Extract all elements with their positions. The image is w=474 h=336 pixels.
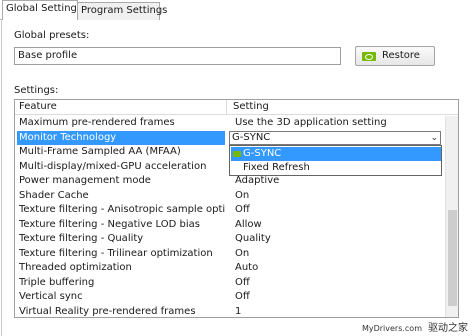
feature-cell: Texture filtering - Negative LOD bias: [19, 218, 200, 230]
setting-cell: Adaptive: [235, 175, 280, 186]
tab-program-settings[interactable]: Program Settings: [77, 2, 167, 20]
table-row[interactable]: Power management mode Adaptive: [15, 174, 445, 189]
feature-cell: Multi-Frame Sampled AA (MFAA): [19, 146, 181, 157]
table-row[interactable]: Maximum pre-rendered frames Use the 3D ap…: [15, 116, 445, 131]
vertical-scrollbar[interactable]: [445, 116, 458, 317]
nvidia-logo-icon: [362, 52, 376, 61]
setting-cell: Off: [235, 276, 250, 288]
tab-bar: Global Settings Program Settings: [0, 0, 474, 20]
option-g-sync[interactable]: G-SYNC: [231, 147, 441, 161]
restore-button-label: Restore: [382, 50, 420, 61]
table-row[interactable]: Triple buffering Off: [15, 276, 445, 291]
table-row[interactable]: Texture filtering - Trilinear optimizati…: [15, 247, 445, 262]
global-presets-label: Global presets:: [14, 30, 90, 41]
setting-cell: On: [235, 189, 250, 201]
feature-cell: Texture filtering - Trilinear optimizati…: [19, 247, 213, 259]
table-row[interactable]: Texture filtering - Negative LOD bias All…: [15, 218, 445, 233]
column-header-feature[interactable]: Feature: [19, 101, 57, 112]
watermark-cn-text: 驱动之家: [428, 323, 468, 334]
column-header-setting[interactable]: Setting: [233, 101, 269, 112]
monitor-technology-dropdown: G-SYNC Fixed Refresh: [229, 145, 442, 176]
feature-cell: Vertical sync: [19, 291, 83, 302]
nvidia-logo-icon: [233, 151, 241, 157]
feature-cell: Monitor Technology: [17, 130, 225, 145]
monitor-technology-select[interactable]: G-SYNC ⌄: [229, 131, 441, 145]
option-label: G-SYNC: [243, 148, 282, 159]
setting-cell: Use the 3D application setting: [235, 117, 387, 128]
option-label: Fixed Refresh: [243, 162, 310, 173]
watermark: MyDrivers.com 驱动之家: [362, 319, 468, 334]
feature-cell: Virtual Reality pre-rendered frames: [19, 305, 196, 317]
setting-cell: On: [235, 247, 250, 259]
feature-cell: Threaded optimization: [19, 262, 132, 273]
setting-cell: Allow: [235, 218, 262, 230]
feature-cell: Texture filtering - Quality: [19, 233, 144, 244]
global-presets-value: Base profile: [18, 50, 78, 61]
table-row[interactable]: Virtual Reality pre-rendered frames 1: [15, 305, 445, 318]
watermark-text: MyDrivers.com: [361, 324, 422, 333]
setting-cell: Off: [235, 204, 250, 215]
chevron-down-icon[interactable]: ⌄: [430, 132, 438, 144]
table-row[interactable]: Texture filtering - Anisotropic sample o…: [15, 203, 445, 218]
global-presets-select[interactable]: Base profile: [14, 47, 341, 65]
setting-cell: Off: [235, 291, 250, 302]
settings-list-header: Feature Setting: [15, 100, 458, 115]
monitor-technology-value: G-SYNC: [232, 132, 271, 143]
tab-global-settings[interactable]: Global Settings: [2, 0, 82, 20]
restore-button[interactable]: Restore: [355, 46, 435, 66]
feature-cell: Shader Cache: [19, 189, 89, 201]
setting-cell: 1: [235, 305, 242, 317]
feature-cell: Maximum pre-rendered frames: [19, 117, 175, 128]
feature-cell: Power management mode: [19, 175, 151, 186]
option-fixed-refresh[interactable]: Fixed Refresh: [231, 161, 441, 175]
setting-cell: Quality: [235, 233, 271, 244]
table-row[interactable]: Texture filtering - Quality Quality: [15, 232, 445, 247]
feature-cell: Multi-display/mixed-GPU acceleration: [19, 160, 207, 172]
table-row[interactable]: Shader Cache On: [15, 189, 445, 204]
feature-cell: Triple buffering: [19, 276, 95, 288]
scrollbar-thumb[interactable]: [448, 210, 457, 306]
table-row[interactable]: Threaded optimization Auto: [15, 261, 445, 276]
setting-cell: Auto: [235, 262, 259, 273]
settings-label: Settings:: [14, 85, 59, 96]
column-divider[interactable]: [226, 100, 227, 115]
feature-cell: Texture filtering - Anisotropic sample o…: [19, 204, 225, 215]
table-row[interactable]: Vertical sync Off: [15, 290, 445, 305]
